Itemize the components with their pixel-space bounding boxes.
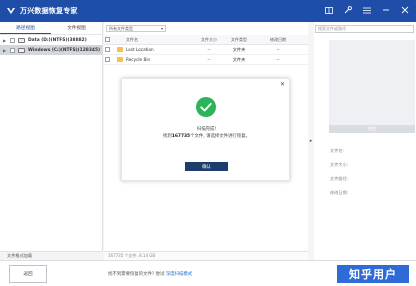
tree-item-drive-c[interactable]: ▶ Windows (C:)(NTFS)(128345): [0, 45, 102, 55]
wrench-icon[interactable]: [343, 5, 353, 15]
expand-arrow-icon[interactable]: ▶: [3, 48, 7, 53]
check-circle-icon: [196, 97, 216, 117]
book-icon[interactable]: [324, 5, 334, 15]
meta-modified: 修改日期:: [330, 190, 349, 195]
row-checkbox[interactable]: [105, 47, 110, 52]
column-type[interactable]: 文件类型: [224, 37, 254, 43]
filter-value: 所有文件类型: [109, 25, 133, 31]
column-modified[interactable]: 修改日期: [254, 37, 302, 43]
drive-icon: [18, 47, 25, 53]
dialog-title: 扫描完成!: [196, 127, 217, 132]
table-row[interactable]: Recycle Bin -- 文件夹 --: [104, 55, 308, 65]
tree-item-drive-d[interactable]: ▶ Data (D:)(NTFS)(38882): [0, 35, 102, 45]
drive-icon: [18, 37, 25, 43]
deep-scan-hint: 找不到需要恢复的文件? 尝试 深度扫描模式: [108, 271, 192, 277]
app-title: 万兴数据恢复专家: [20, 7, 78, 15]
column-size[interactable]: 文件大小: [194, 37, 224, 43]
msg-prefix: 找到: [162, 134, 172, 139]
back-button[interactable]: 返回: [9, 265, 47, 283]
row-checkbox[interactable]: [105, 57, 110, 62]
tree-item-label: Windows (C:)(NTFS)(128345): [28, 47, 101, 53]
hint-text: 找不到需要恢复的文件? 尝试: [108, 272, 165, 277]
preview-area: [329, 40, 415, 132]
tree-item-label: Data (D:)(NTFS)(38882): [28, 37, 87, 43]
close-icon[interactable]: ✕: [280, 81, 285, 88]
dialog-message: 找到167735个文件, 请选择文件进行恢复。: [122, 133, 291, 139]
row-name: Lost Location: [126, 47, 154, 52]
tab-file-view[interactable]: 文件视图: [51, 22, 102, 34]
table-header: 文件名 文件大小 文件类型 修改日期: [104, 35, 308, 45]
tab-path-view[interactable]: 路径视图: [0, 22, 51, 34]
column-name[interactable]: 文件名: [114, 37, 194, 43]
file-type-filter[interactable]: 所有文件类型 ▾: [106, 25, 166, 32]
chevron-right-icon[interactable]: ▸: [310, 138, 313, 144]
search-input[interactable]: 搜索文件或路径: [315, 25, 414, 33]
close-icon[interactable]: [400, 5, 410, 15]
left-panel-footer: 文件格式加载: [0, 251, 103, 260]
folder-icon: [117, 57, 123, 62]
left-panel: 路径视图 文件视图 ▶ Data (D:)(NTFS)(38882) ▶ Win…: [0, 22, 103, 260]
meta-filename: 文件名:: [330, 148, 344, 153]
bottom-bar: 返回 找不到需要恢复的文件? 尝试 深度扫描模式 知乎用户: [0, 260, 416, 286]
checkbox[interactable]: [10, 47, 15, 53]
row-type: 文件夹: [232, 56, 246, 62]
row-size: --: [207, 57, 211, 62]
minimize-icon[interactable]: [381, 5, 391, 15]
preview-panel: 搜索文件或路径 预览 文件名: 文件大小: 文件路径: 修改日期:: [314, 22, 416, 260]
row-modified: --: [276, 57, 280, 62]
msg-suffix: 个文件, 请选择文件进行恢复。: [190, 134, 250, 139]
deep-scan-link[interactable]: 深度扫描模式: [166, 272, 192, 277]
search-placeholder: 搜索文件或路径: [318, 26, 346, 31]
preview-button[interactable]: 预览: [329, 125, 415, 133]
app-logo-icon: [6, 6, 16, 16]
meta-filesize: 文件大小:: [330, 162, 349, 167]
chevron-down-icon: ▾: [160, 26, 163, 31]
expand-arrow-icon[interactable]: ▶: [3, 38, 7, 43]
table-row[interactable]: Lost Location -- 文件夹 --: [104, 45, 308, 55]
title-bar: 万兴数据恢复专家: [0, 0, 416, 22]
select-all-checkbox[interactable]: [105, 37, 110, 42]
folder-icon: [117, 47, 123, 52]
row-type: 文件夹: [232, 46, 246, 52]
view-tabs: 路径视图 文件视图: [0, 22, 102, 35]
meta-filepath: 文件路径:: [330, 176, 349, 181]
checkbox[interactable]: [10, 37, 15, 43]
confirm-button[interactable]: 确认: [185, 162, 228, 171]
row-name: Recycle Bin: [126, 57, 151, 62]
scan-complete-dialog: ✕ 扫描完成! 找到167735个文件, 请选择文件进行恢复。 确认: [121, 78, 290, 181]
row-size: --: [207, 47, 211, 52]
menu-icon[interactable]: [362, 5, 372, 15]
file-count-status: 167735 个文件, 8.14 GB: [104, 251, 308, 260]
recover-button[interactable]: 知乎用户: [337, 265, 409, 283]
file-count: 167735: [171, 134, 191, 139]
row-modified: --: [276, 47, 280, 52]
